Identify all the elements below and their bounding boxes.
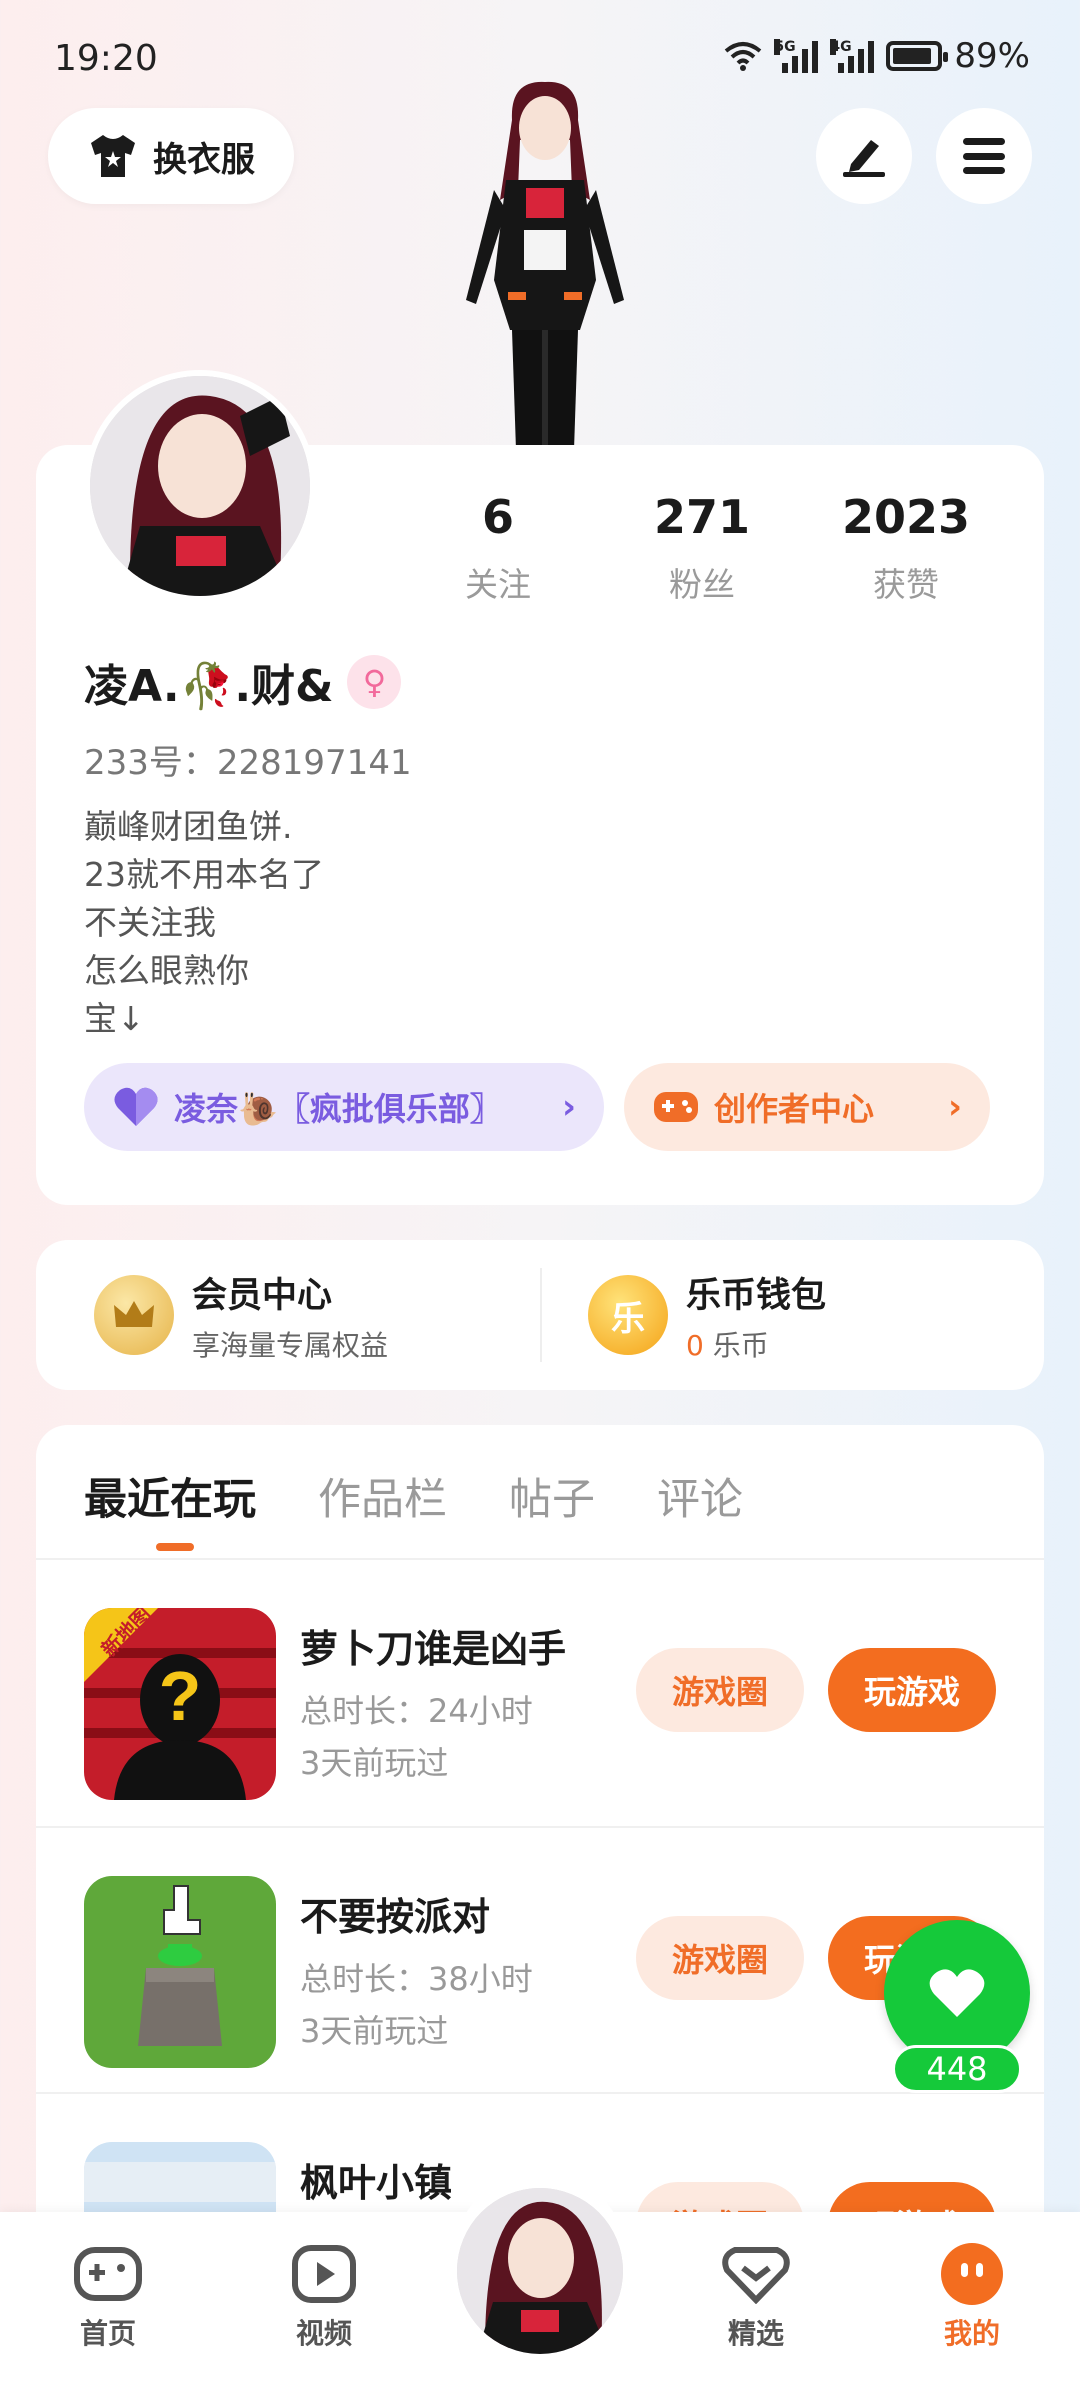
nav-home[interactable]: 首页 (28, 2242, 188, 2352)
svg-text:?: ? (159, 1657, 202, 1735)
game-info: 萝卜刀谁是凶手 总时长：24小时 3天前玩过 (300, 1618, 566, 1789)
heart-icon (114, 1087, 158, 1126)
chevron-right-icon: › (561, 1087, 576, 1127)
tab-comments[interactable]: 评论 (657, 1465, 743, 1527)
tab-posts[interactable]: 帖子 (509, 1465, 595, 1527)
member-center-button[interactable]: 会员中心 享海量专属权益 (94, 1240, 388, 1390)
change-outfit-button[interactable]: 换衣服 (48, 108, 294, 204)
game-duration: 总时长：38小时 (300, 1960, 533, 1998)
game-info: 不要按派对 总时长：38小时 3天前玩过 (300, 1886, 533, 2057)
wallet-button[interactable]: 乐 乐币钱包 0 乐币 (588, 1240, 826, 1390)
bio-line: 巅峰财团鱼饼. (84, 807, 293, 846)
gamepad-icon (654, 1092, 698, 1122)
video-icon (288, 2242, 360, 2306)
game-title: 枫叶小镇 (300, 2161, 453, 2205)
stat-following[interactable]: 6 关注 (396, 490, 600, 606)
wallet-amount: 0 (686, 1328, 704, 1362)
female-icon: ♀ (347, 655, 402, 709)
user-name: 凌A.🥀.财& (84, 661, 334, 712)
battery-percent: 89% (954, 36, 1030, 76)
like-count: 448 (892, 2045, 1022, 2093)
bio-line: 怎么眼熟你 (84, 951, 249, 990)
nav-home-label: 首页 (79, 2317, 136, 2350)
avatar-image (90, 376, 310, 596)
game-row[interactable]: ? 新地图 萝卜刀谁是凶手 总时长：24小时 3天前玩过 游戏圈 玩游戏 (36, 1560, 1044, 1826)
battery-icon (886, 41, 949, 71)
profile-tabs: 最近在玩 作品栏 帖子 评论 (84, 1465, 743, 1551)
bio-line: 23就不用本名了 (84, 855, 324, 894)
stat-following-count: 6 (481, 490, 514, 544)
game-info: 枫叶小镇 (300, 2152, 452, 2207)
creator-center-button[interactable]: 创作者中心 › (624, 1063, 990, 1151)
change-outfit-label: 换衣服 (153, 139, 255, 180)
avatar-3d-model[interactable] (420, 80, 670, 450)
play-game-button[interactable]: 玩游戏 (828, 1648, 996, 1732)
game-circle-button[interactable]: 游戏圈 (636, 1916, 804, 2000)
bio-line: 宝↓ (84, 999, 145, 1038)
member-center-title: 会员中心 (192, 1275, 333, 1316)
status-time: 19:20 (54, 38, 158, 79)
user-id[interactable]: 233号：228197141 (84, 735, 412, 784)
menu-icon (963, 138, 1005, 174)
nav-featured-label: 精选 (727, 2317, 784, 2350)
game-circle-button[interactable]: 游戏圈 (636, 1648, 804, 1732)
heart-icon (929, 1969, 985, 2017)
pen-icon (843, 140, 885, 177)
coin-icon: 乐 (588, 1275, 668, 1355)
tab-works[interactable]: 作品栏 (318, 1465, 447, 1527)
member-center-subtitle: 享海量专属权益 (192, 1328, 389, 1362)
edit-profile-button[interactable] (816, 108, 912, 204)
nav-avatar-button[interactable] (450, 2170, 630, 2370)
club-label: 凌奈🐌〖疯批俱乐部〗 (174, 1090, 502, 1128)
nav-video[interactable]: 视频 (244, 2242, 404, 2352)
stat-fans[interactable]: 271 粉丝 (600, 490, 804, 606)
creator-center-label: 创作者中心 (714, 1090, 875, 1128)
wallet-balance: 0 乐币 (686, 1324, 826, 1364)
nav-mine[interactable]: 我的 (892, 2242, 1052, 2352)
game-last-played: 3天前玩过 (300, 1744, 449, 1782)
profile-stats: 6 关注 271 粉丝 2023 获赞 (396, 490, 1008, 606)
user-bio: 巅峰财团鱼饼. 23就不用本名了 不关注我 怎么眼熟你 宝↓ (84, 803, 324, 1043)
name-row: 凌A.🥀.财& ♀ (84, 650, 402, 714)
profile-avatar[interactable] (84, 370, 316, 602)
game-title: 萝卜刀谁是凶手 (300, 1627, 567, 1671)
wallet-title: 乐币钱包 (686, 1275, 827, 1316)
game-title: 不要按派对 (300, 1895, 491, 1939)
game-meta: 总时长：24小时 3天前玩过 (300, 1685, 566, 1789)
stat-likes[interactable]: 2023 获赞 (804, 490, 1008, 606)
gamepad-icon (72, 2242, 144, 2306)
stat-likes-count: 2023 (841, 490, 971, 544)
bio-line: 不关注我 (84, 903, 216, 942)
stat-fans-count: 271 (653, 490, 751, 544)
menu-button[interactable] (936, 108, 1032, 204)
game-thumbnail[interactable]: ? 新地图 (84, 1608, 276, 1800)
game-duration: 总时长：24小时 (300, 1692, 533, 1730)
stat-fans-label: 粉丝 (669, 565, 735, 604)
game-last-played: 3天前玩过 (300, 2012, 449, 2050)
status-icons: 5G 4G 89% (724, 36, 1030, 76)
signal-4g-icon: 4G (830, 39, 875, 73)
game-thumbnail[interactable] (84, 1876, 276, 2068)
tab-recent-played[interactable]: 最近在玩 (84, 1465, 256, 1551)
nav-featured[interactable]: 精选 (676, 2242, 836, 2352)
wifi-icon (725, 42, 762, 71)
membership-card: 会员中心 享海量专属权益 乐 乐币钱包 0 乐币 (36, 1240, 1044, 1390)
divider (540, 1268, 542, 1362)
club-button[interactable]: 凌奈🐌〖疯批俱乐部〗 › (84, 1063, 604, 1151)
chevron-right-icon: › (947, 1087, 962, 1127)
crown-icon (94, 1275, 174, 1355)
stat-following-label: 关注 (465, 565, 531, 604)
stat-likes-label: 获赞 (873, 565, 939, 604)
shirt-icon (91, 135, 135, 177)
face-icon (936, 2242, 1008, 2306)
wallet-unit: 乐币 (703, 1328, 769, 1362)
signal-5g-icon: 5G (774, 39, 819, 73)
nav-mine-label: 我的 (943, 2317, 1000, 2350)
avatar-image (457, 2188, 623, 2354)
heart-gem-icon (720, 2242, 792, 2306)
nav-video-label: 视频 (295, 2317, 352, 2350)
game-meta: 总时长：38小时 3天前玩过 (300, 1953, 533, 2057)
